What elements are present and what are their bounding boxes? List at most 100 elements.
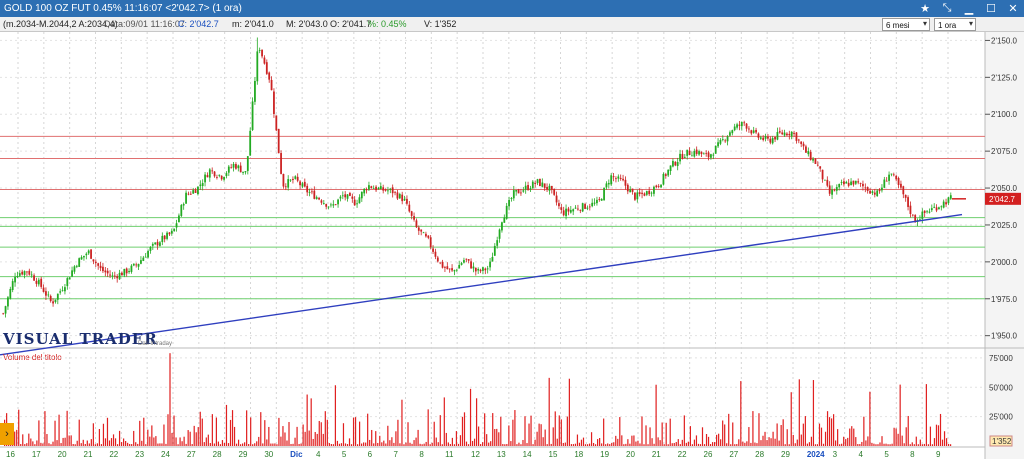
candle-body xyxy=(256,51,259,82)
candle-body xyxy=(403,198,406,201)
candle-body xyxy=(843,181,845,185)
candle-body xyxy=(705,152,708,154)
candle-body xyxy=(113,275,116,277)
candle-body xyxy=(384,189,387,191)
candle-body xyxy=(439,262,442,264)
x-tick-label: 27 xyxy=(187,450,196,459)
candle-body xyxy=(446,266,449,270)
volume-bar xyxy=(570,444,572,446)
volume-bar xyxy=(296,426,298,446)
candle-body xyxy=(505,205,508,219)
volume-bar xyxy=(203,442,205,446)
volume-bar xyxy=(667,444,669,446)
candle-body xyxy=(254,80,256,102)
candle-body xyxy=(743,122,746,124)
volume-bar xyxy=(298,443,300,446)
volume-bar xyxy=(131,444,133,446)
volume-bar xyxy=(582,437,585,446)
candle-body xyxy=(641,192,643,194)
volume-bar xyxy=(899,384,901,446)
volume-bar xyxy=(873,443,875,446)
candle-body xyxy=(242,171,244,173)
candle-body xyxy=(201,183,204,187)
chart-area[interactable]: 1'950.0 1'975.0 2'000.0 2'025.0 2'050.0 2'075… xyxy=(0,32,1024,459)
volume-bar xyxy=(453,444,456,446)
candle-body xyxy=(458,264,461,269)
candle-body xyxy=(284,186,287,188)
candle-body xyxy=(890,173,893,175)
star-icon[interactable]: ★ xyxy=(918,2,932,16)
candle-body xyxy=(327,206,330,208)
candle-body xyxy=(755,129,757,133)
candle-body xyxy=(389,188,392,190)
candle-body xyxy=(729,132,731,136)
candle-body xyxy=(94,261,97,264)
volume-bar xyxy=(720,439,722,446)
volume-bar xyxy=(381,442,383,446)
candle-body xyxy=(634,192,636,200)
volume-bar xyxy=(52,441,54,446)
volume-bar xyxy=(572,444,575,446)
volume-bar xyxy=(701,427,704,446)
candle-body xyxy=(273,91,275,114)
volume-bar xyxy=(494,429,496,446)
volume-bar xyxy=(459,435,462,446)
candle-body xyxy=(892,174,895,176)
candle-body xyxy=(520,192,522,194)
volume-bar xyxy=(597,439,599,446)
volume-bar xyxy=(818,423,821,446)
maximize-icon[interactable]: ☐ xyxy=(984,2,998,16)
candle-body xyxy=(318,197,320,200)
candle-body xyxy=(591,202,594,207)
volume-bar xyxy=(588,443,591,446)
volume-bar xyxy=(826,411,829,446)
candle-body xyxy=(33,275,35,281)
candle-body xyxy=(586,207,589,209)
volume-bar xyxy=(546,444,548,446)
volume-bar xyxy=(514,410,516,446)
volume-bar xyxy=(272,443,274,446)
interval-select[interactable]: 1 ora ▾ xyxy=(934,18,976,31)
candle-body xyxy=(320,200,323,203)
period-select[interactable]: 6 mesi ▾ xyxy=(882,18,930,31)
candle-body xyxy=(365,189,368,191)
volume-bar xyxy=(354,417,357,446)
resize-icon[interactable]: ⤡ xyxy=(940,2,954,16)
volume-bar xyxy=(601,443,603,446)
volume-bar xyxy=(671,443,673,446)
volume-bar xyxy=(949,444,952,446)
volume-bar xyxy=(486,434,488,446)
volume-bar xyxy=(510,441,512,446)
minimize-icon[interactable]: ▁ xyxy=(962,2,976,16)
candle-body xyxy=(783,132,786,136)
volume-bar xyxy=(679,444,681,446)
volume-bar xyxy=(92,423,94,446)
close-icon[interactable]: ✕ xyxy=(1006,2,1020,16)
candle-body xyxy=(508,200,510,207)
candle-body xyxy=(47,294,50,296)
volume-bar xyxy=(518,442,520,446)
volume-bar xyxy=(498,432,500,446)
candle-body xyxy=(581,203,584,212)
volume-bar xyxy=(675,442,677,446)
x-tick-label: 22 xyxy=(109,450,118,459)
volume-bar xyxy=(643,444,645,446)
candle-body xyxy=(460,263,463,265)
volume-bar xyxy=(806,443,808,446)
volume-bar xyxy=(350,444,353,446)
candle-body xyxy=(194,190,197,193)
expand-panel-button[interactable]: › xyxy=(0,423,14,445)
candle-body xyxy=(467,259,470,261)
volume-bar xyxy=(125,441,127,446)
volume-bar xyxy=(661,422,663,446)
candle-body xyxy=(681,153,684,159)
volume-bar xyxy=(778,440,780,446)
candle-body xyxy=(104,270,107,273)
candle-body xyxy=(660,184,662,188)
volume-bars xyxy=(4,353,952,446)
volume-bar xyxy=(941,439,944,446)
volume-bar xyxy=(663,444,665,446)
candle-body xyxy=(45,291,47,296)
indicator-text: (m.2034-M.2044,2 A:2034,4) xyxy=(3,19,118,29)
volume-bar xyxy=(845,439,847,446)
